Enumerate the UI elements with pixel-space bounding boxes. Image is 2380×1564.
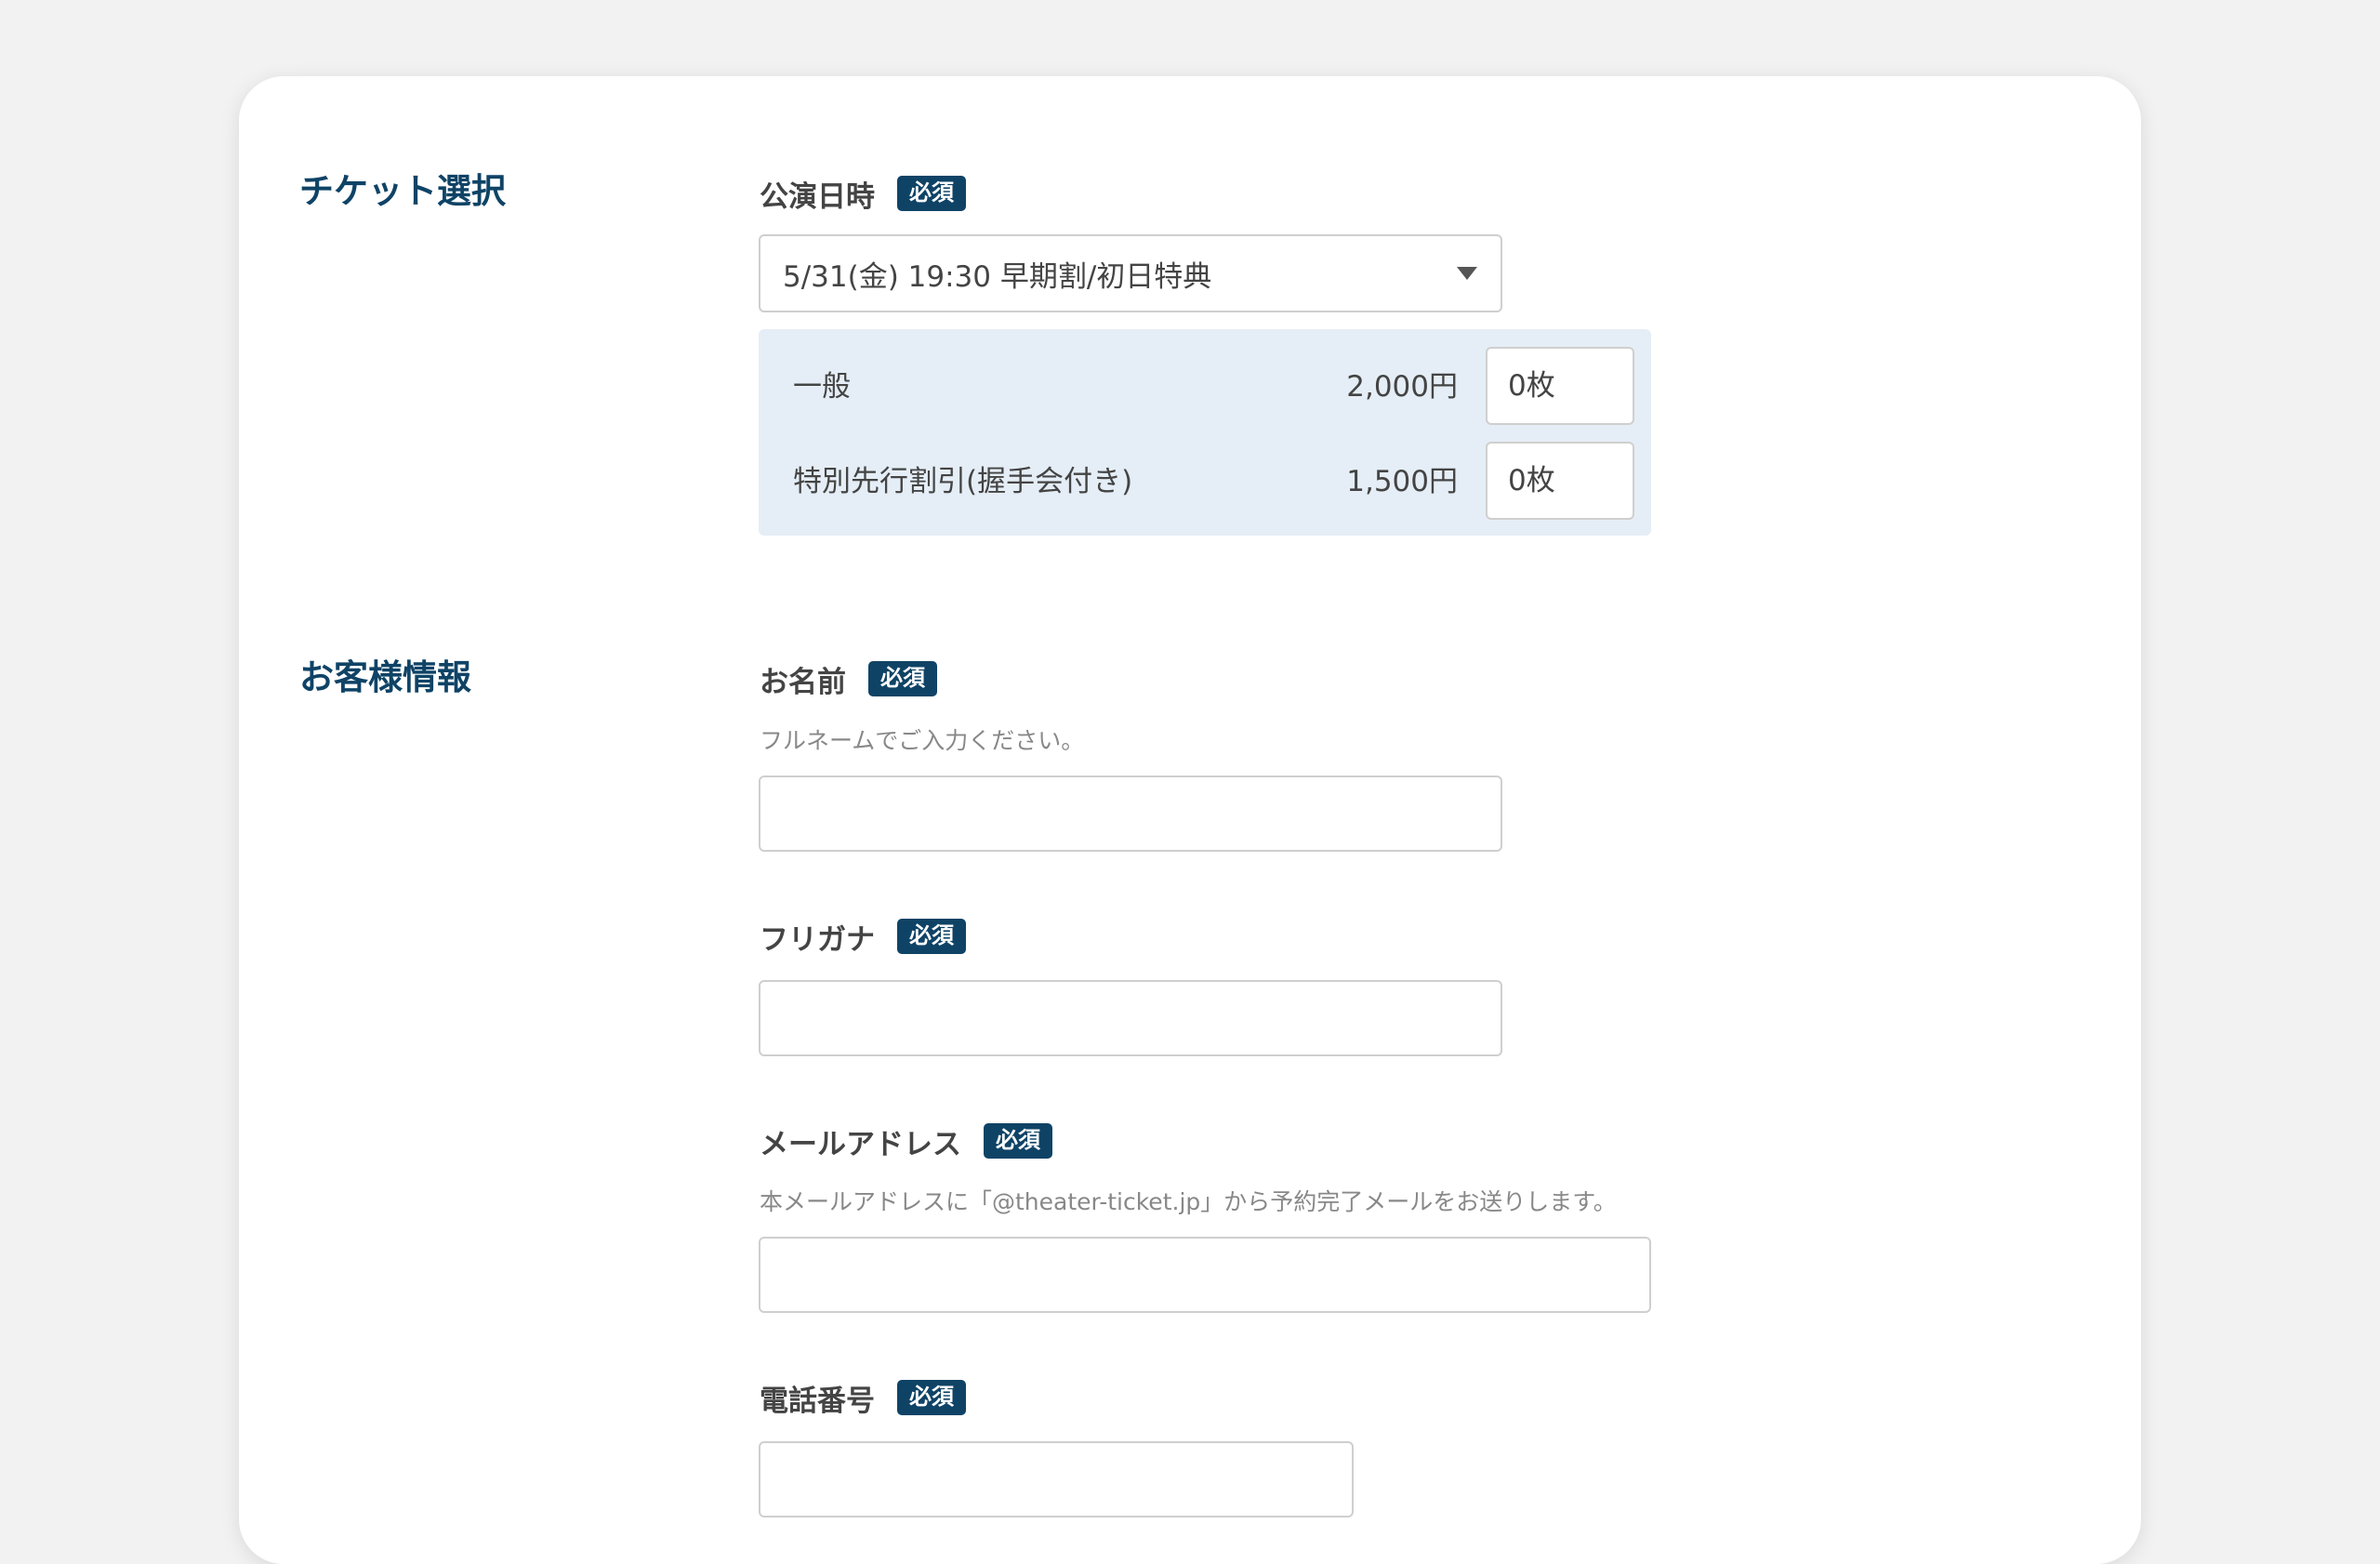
ticket-name: 一般 [793, 370, 851, 404]
ticket-section-title: チケット選択 [299, 171, 506, 211]
name-field-label: お名前 必須 [760, 658, 937, 699]
performance-field-label: 公演日時 必須 [760, 173, 966, 214]
chevron-down-icon [1457, 267, 1477, 280]
ticket-price: 2,000円 [1346, 370, 1458, 404]
ticket-options-panel: 一般 2,000円 0枚 特別先行割引(握手会付き) 1,500円 0枚 [759, 329, 1651, 536]
email-help-text: 本メールアドレスに「@theater-ticket.jp」から予約完了メールをお… [760, 1188, 1617, 1215]
performance-label: 公演日時 [760, 179, 875, 214]
required-badge: 必須 [868, 661, 937, 696]
required-badge: 必須 [897, 1380, 966, 1415]
performance-select-value: 5/31(金) 19:30 早期割/初日特典 [783, 259, 1212, 294]
name-input[interactable] [759, 775, 1502, 852]
email-input[interactable] [759, 1237, 1651, 1313]
email-field-label: メールアドレス 必須 [760, 1120, 1052, 1161]
ticket-price: 1,500円 [1346, 465, 1458, 498]
kana-field-label: フリガナ 必須 [760, 916, 966, 957]
required-badge: 必須 [897, 919, 966, 954]
ticket-name: 特別先行割引(握手会付き) [793, 465, 1133, 498]
required-badge: 必須 [984, 1123, 1052, 1159]
phone-field-label: 電話番号 必須 [760, 1377, 966, 1418]
required-badge: 必須 [897, 176, 966, 211]
ticket-row-special-discount: 特別先行割引(握手会付き) 1,500円 0枚 [759, 442, 1651, 522]
kana-label: フリガナ [760, 922, 875, 957]
name-label: お名前 [760, 665, 846, 699]
performance-select[interactable]: 5/31(金) 19:30 早期割/初日特典 [759, 234, 1502, 312]
email-label: メールアドレス [760, 1127, 961, 1161]
phone-label: 電話番号 [760, 1384, 875, 1418]
ticket-quantity-input[interactable]: 0枚 [1486, 347, 1634, 425]
ticket-quantity-input[interactable]: 0枚 [1486, 442, 1634, 520]
ticket-row-general: 一般 2,000円 0枚 [759, 347, 1651, 427]
phone-input[interactable] [759, 1441, 1354, 1518]
kana-input[interactable] [759, 980, 1502, 1056]
customer-section-title: お客様情報 [299, 657, 471, 697]
name-help-text: フルネームでご入力ください。 [760, 727, 1085, 754]
